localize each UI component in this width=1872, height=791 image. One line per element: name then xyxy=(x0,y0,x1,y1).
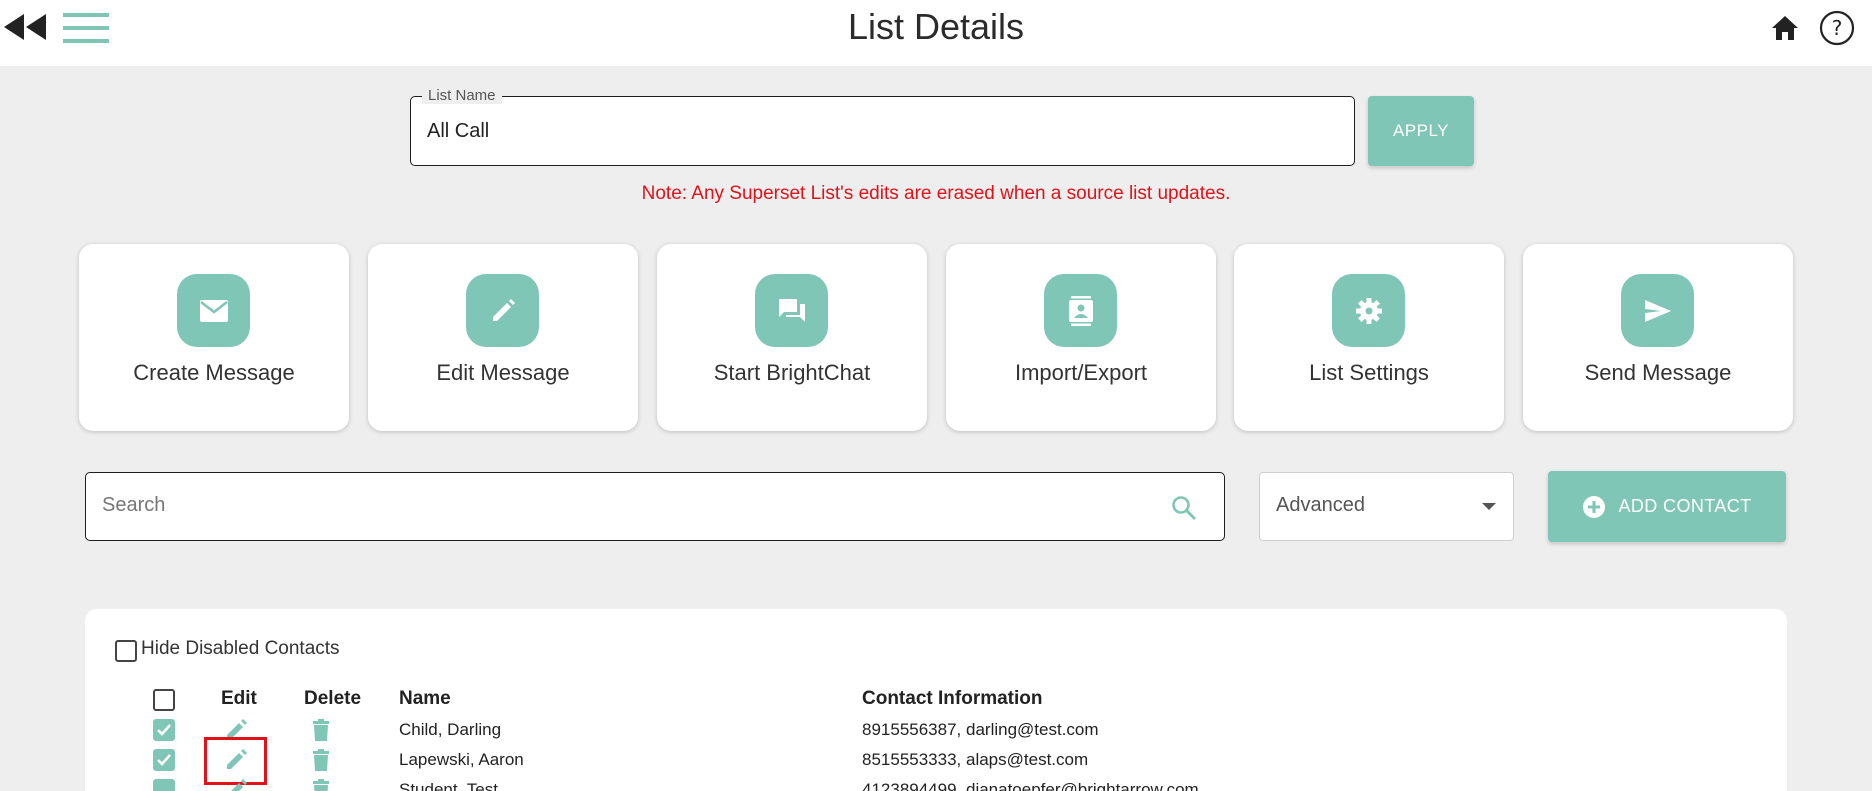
list-name-label: List Name xyxy=(422,87,502,104)
contact-info: 4123894499, dianatoepfer@brightarrow.com xyxy=(862,780,1199,791)
contact-name: Student, Test xyxy=(399,780,498,791)
send-message-label: Send Message xyxy=(1584,360,1732,385)
list-name-value[interactable]: All Call xyxy=(427,120,489,143)
import-export-label: Import/Export xyxy=(1014,360,1148,385)
hide-disabled-label: Hide Disabled Contacts xyxy=(141,638,340,659)
gear-icon xyxy=(1332,274,1405,347)
search-placeholder: Search xyxy=(102,494,166,516)
start-brightchat-card[interactable]: Start BrightChat xyxy=(657,244,927,431)
column-header-name[interactable]: Name xyxy=(399,688,451,710)
apply-button[interactable]: APPLY xyxy=(1368,96,1474,166)
select-all-checkbox[interactable] xyxy=(153,689,175,711)
add-contact-label: ADD CONTACT xyxy=(1618,496,1752,516)
plus-circle-icon xyxy=(1583,495,1606,518)
chevron-down-icon xyxy=(1482,503,1496,510)
column-header-contact-information[interactable]: Contact Information xyxy=(862,688,1043,710)
column-header-edit: Edit xyxy=(221,688,257,709)
hide-disabled-checkbox[interactable] xyxy=(115,640,137,662)
create-message-card[interactable]: Create Message xyxy=(79,244,349,431)
pencil-icon xyxy=(466,274,539,347)
send-icon xyxy=(1621,274,1694,347)
list-name-field[interactable] xyxy=(410,96,1355,166)
help-icon[interactable]: ? xyxy=(1819,10,1855,46)
list-settings-card[interactable]: List Settings xyxy=(1234,244,1504,431)
column-header-delete: Delete xyxy=(304,688,362,709)
start-brightchat-label: Start BrightChat xyxy=(713,360,871,385)
superset-note: Note: Any Superset List's edits are eras… xyxy=(641,183,1231,204)
page-title: List Details xyxy=(847,6,1025,47)
search-input[interactable] xyxy=(85,472,1225,541)
send-message-card[interactable]: Send Message xyxy=(1523,244,1793,431)
add-contact-button[interactable]: ADD CONTACT xyxy=(1548,471,1786,542)
top-bar: List Details ? xyxy=(0,0,1872,66)
row-checkbox[interactable] xyxy=(153,749,175,771)
delete-trash-icon[interactable] xyxy=(309,718,333,742)
create-message-label: Create Message xyxy=(133,360,295,385)
list-settings-label: List Settings xyxy=(1309,360,1429,385)
contact-info: 8915556387, darling@test.com xyxy=(862,720,1099,739)
row-checkbox[interactable] xyxy=(153,779,175,791)
contact-book-icon xyxy=(1044,274,1117,347)
delete-trash-icon[interactable] xyxy=(309,778,333,791)
chat-icon xyxy=(755,274,828,347)
contact-name: Lapewski, Aaron xyxy=(399,750,524,769)
svg-text:?: ? xyxy=(1832,16,1843,40)
edit-message-label: Edit Message xyxy=(436,360,570,385)
edit-pencil-icon[interactable] xyxy=(224,778,248,791)
envelope-icon xyxy=(177,274,250,347)
delete-trash-icon[interactable] xyxy=(309,748,333,772)
search-icon[interactable] xyxy=(1170,494,1198,522)
import-export-card[interactable]: Import/Export xyxy=(946,244,1216,431)
home-icon[interactable] xyxy=(1770,14,1800,42)
contact-name: Child, Darling xyxy=(399,720,502,739)
advanced-select-value: Advanced xyxy=(1276,494,1365,516)
edit-message-card[interactable]: Edit Message xyxy=(368,244,638,431)
contact-info: 8515553333, alaps@test.com xyxy=(862,750,1089,769)
row-checkbox[interactable] xyxy=(153,719,175,741)
